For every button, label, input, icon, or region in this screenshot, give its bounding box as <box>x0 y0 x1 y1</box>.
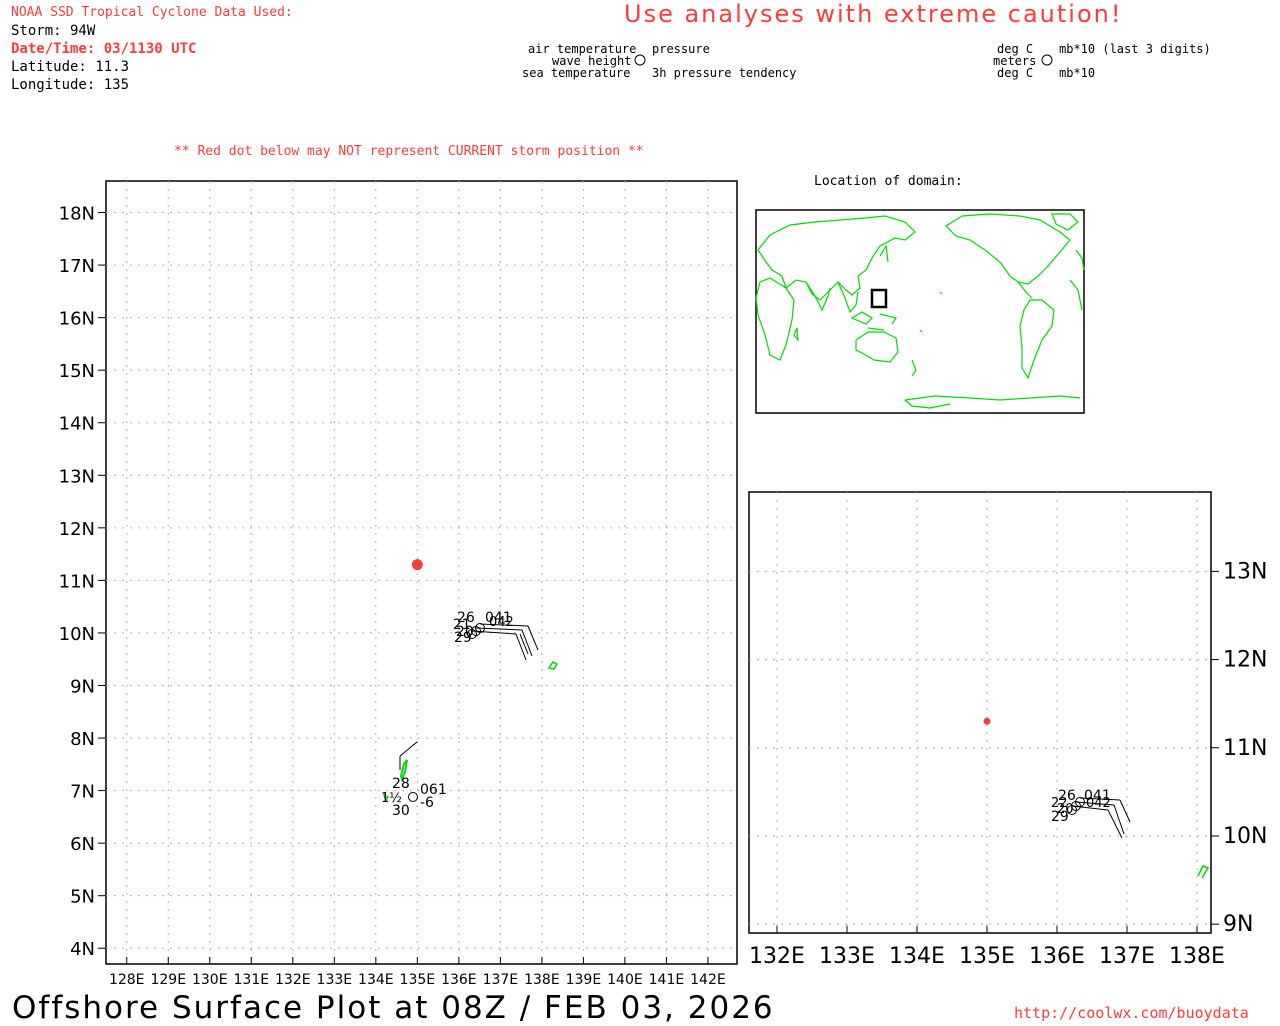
lon-label: 133E <box>819 944 875 969</box>
main-obs-t4: 29 <box>454 630 472 646</box>
lon-label: 135E <box>400 972 436 988</box>
lat-label: 15N <box>59 361 95 382</box>
lon-label: 128E <box>109 972 145 988</box>
lat-label: 4N <box>70 939 95 960</box>
lon-label: 132E <box>749 944 805 969</box>
lat-label: 9N <box>1223 912 1253 937</box>
lat-label: 12N <box>1223 648 1267 673</box>
lat-label: 13N <box>1223 559 1267 584</box>
lat-label: 11N <box>1223 736 1267 761</box>
lon-label: 134E <box>889 944 945 969</box>
main-obs-airtemp: 28 <box>392 776 410 792</box>
zoom-obs-t4: 29 <box>1051 809 1069 825</box>
main-storm-position-dot <box>411 559 423 571</box>
lat-label: 18N <box>59 204 95 225</box>
main-obs-p2: 042 <box>489 615 514 630</box>
inset-world-map <box>755 209 1085 414</box>
inset-frame <box>755 209 1085 414</box>
lon-label: 129E <box>150 972 186 988</box>
plot-title: Offshore Surface Plot at 08Z / FEB 03, 2… <box>12 990 775 1026</box>
main-obs-seatemp: 30 <box>392 803 410 819</box>
lon-label: 130E <box>192 972 228 988</box>
lat-label: 14N <box>59 414 95 435</box>
lon-label: 140E <box>607 972 643 988</box>
zoom-storm-position-dot <box>983 717 991 725</box>
lon-label: 142E <box>690 972 726 988</box>
main-obs-tendency: -6 <box>420 795 434 811</box>
zoom-map-frame <box>748 491 1212 934</box>
lat-label: 6N <box>70 834 95 855</box>
lon-label: 136E <box>1029 944 1085 969</box>
lon-label: 137E <box>483 972 519 988</box>
zoom-map-lat-labels: 13N 12N 11N 10N 9N <box>1211 559 1267 937</box>
lat-label: 11N <box>59 571 95 592</box>
lon-label: 136E <box>441 972 477 988</box>
lon-label: 138E <box>524 972 560 988</box>
lon-label: 135E <box>959 944 1015 969</box>
lat-label: 5N <box>70 887 95 908</box>
chart-canvas: 18N17N16N15N14N13N12N11N10N9N8N7N6N5N4N … <box>59 54 1267 988</box>
lon-label: 133E <box>317 972 353 988</box>
lon-label: 134E <box>358 972 394 988</box>
main-map-lat-labels: 18N 17N 16N 15N 14N 13N 12N 11N 10N 9N 8N 7N 6N 5N 4N <box>59 204 106 960</box>
lat-label: 12N <box>59 519 95 540</box>
lon-label: 137E <box>1099 944 1155 969</box>
lat-label: 8N <box>70 729 95 750</box>
lat-label: 16N <box>59 309 95 330</box>
source-url[interactable]: http://coolwx.com/buoydata <box>1014 1004 1249 1022</box>
lon-label: 141E <box>649 972 685 988</box>
lat-label: 9N <box>70 676 95 697</box>
lon-label: 139E <box>566 972 602 988</box>
main-map: 18N17N16N15N14N13N12N11N10N9N8N7N6N5N4N … <box>59 180 738 988</box>
zoom-map: 13N 12N 11N 10N 9N 132E 133E 134E 135E 136E 137E 1… <box>748 491 1267 969</box>
legend-station-circle-left <box>634 54 646 66</box>
lat-label: 7N <box>70 782 95 803</box>
lon-label: 138E <box>1169 944 1225 969</box>
lat-label: 17N <box>59 256 95 277</box>
main-map-frame <box>105 180 738 965</box>
lon-label: 132E <box>275 972 311 988</box>
lat-label: 10N <box>59 624 95 645</box>
lon-label: 131E <box>234 972 270 988</box>
legend-station-circle-right <box>1041 54 1053 66</box>
zoom-obs-p2: 042 <box>1086 796 1111 811</box>
lat-label: 10N <box>1223 824 1267 849</box>
lat-label: 13N <box>59 466 95 487</box>
